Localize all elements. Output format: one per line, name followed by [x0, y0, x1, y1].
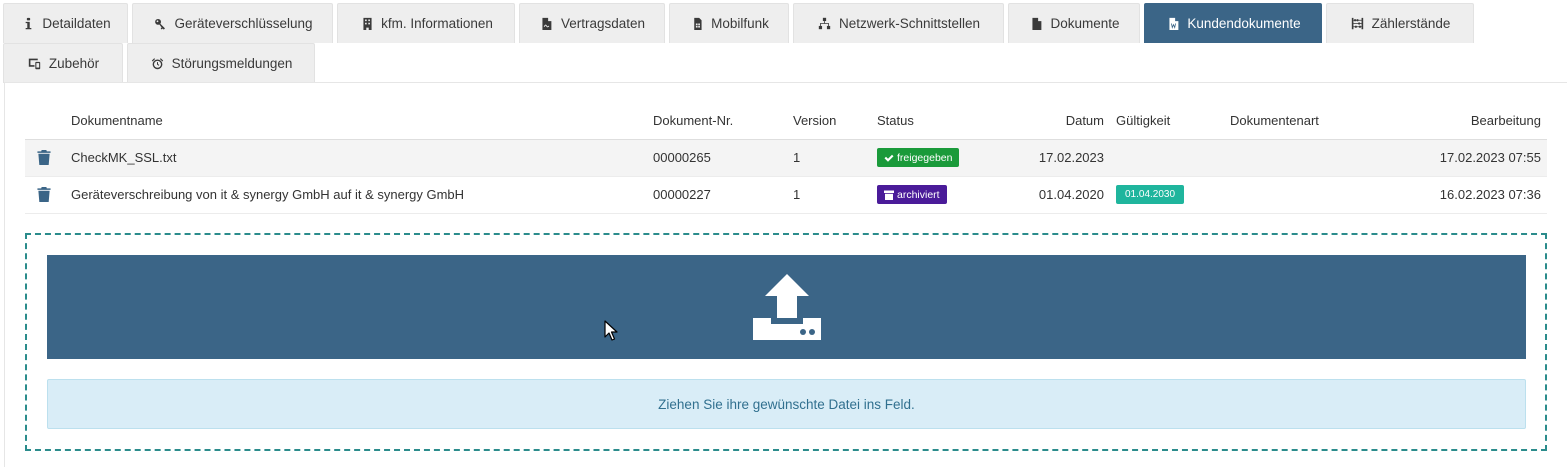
tab-label: Kundendokumente [1187, 16, 1301, 31]
document-validity: 01.04.2030 [1110, 176, 1224, 214]
document-name[interactable]: CheckMK_SSL.txt [65, 139, 647, 177]
document-status: archiviert [871, 176, 1021, 214]
tab-label: Vertragsdaten [560, 16, 646, 31]
tab-zubehoer[interactable]: Zubehör [3, 43, 123, 83]
table-row: Geräteverschreibung von it & synergy Gmb… [25, 176, 1547, 214]
document-edited: 17.02.2023 07:55 [1384, 139, 1547, 177]
status-badge: archiviert [877, 185, 947, 204]
documents-table: Dokumentname Dokument-Nr. Version Status… [25, 103, 1547, 214]
tab-zaehlerstaende[interactable]: Zählerstände [1326, 3, 1474, 43]
tab-dokumente[interactable]: Dokumente [1008, 3, 1140, 43]
tab-vertragsdaten[interactable]: Vertragsdaten [519, 3, 665, 43]
tab-detaildaten[interactable]: Detaildaten [3, 3, 128, 43]
document-number: 00000227 [647, 176, 787, 214]
tab-label: Zubehör [48, 56, 100, 71]
tab-stoerungsmeldungen[interactable]: Störungsmeldungen [127, 43, 315, 83]
file-dropzone[interactable]: Ziehen Sie ihre gewünschte Datei ins Fel… [25, 233, 1547, 451]
trash-icon[interactable] [37, 187, 51, 202]
document-status: freigegeben [871, 139, 1021, 177]
header-version[interactable]: Version [787, 103, 871, 140]
document-type [1224, 139, 1384, 177]
contract-file-icon [539, 17, 555, 31]
validity-badge: 01.04.2030 [1116, 185, 1185, 204]
tab-label: Zählerstände [1371, 16, 1451, 31]
archive-icon [884, 190, 894, 200]
building-icon [359, 17, 375, 31]
tab-bar: Detaildaten Geräteverschlüsselung kfm. I… [3, 3, 1483, 83]
row-actions [25, 176, 65, 214]
document-version: 1 [787, 176, 871, 214]
network-icon [817, 17, 833, 31]
tab-kfm-informationen[interactable]: kfm. Informationen [337, 3, 515, 43]
upload-button[interactable] [47, 255, 1526, 359]
upload-icon [752, 274, 821, 340]
document-date: 17.02.2023 [1021, 139, 1110, 177]
document-date: 01.04.2020 [1021, 176, 1110, 214]
tab-kundendokumente[interactable]: Kundendokumente [1144, 3, 1322, 43]
trash-icon[interactable] [37, 150, 51, 165]
document-version: 1 [787, 139, 871, 177]
header-gueltigkeit[interactable]: Gültigkeit [1110, 103, 1224, 140]
tab-label: Dokumente [1050, 16, 1120, 31]
header-actions [25, 103, 65, 140]
table-header-row: Dokumentname Dokument-Nr. Version Status… [25, 103, 1547, 140]
tab-geraeteverschluesselung[interactable]: Geräteverschlüsselung [132, 3, 333, 43]
key-icon [152, 17, 168, 31]
document-edited: 16.02.2023 07:36 [1384, 176, 1547, 214]
devices-icon [27, 57, 43, 71]
row-actions [25, 139, 65, 177]
tab-label: kfm. Informationen [381, 16, 493, 31]
header-dokumentenart[interactable]: Dokumentenart [1224, 103, 1384, 140]
tab-label: Mobilfunk [711, 16, 769, 31]
tab-mobilfunk[interactable]: Mobilfunk [669, 3, 789, 43]
document-number: 00000265 [647, 139, 787, 177]
file-icon [1028, 17, 1044, 31]
tab-label: Detaildaten [42, 16, 111, 31]
status-badge: freigegeben [877, 148, 960, 167]
tab-label: Störungsmeldungen [171, 56, 293, 71]
tab-label: Geräteverschlüsselung [174, 16, 313, 31]
sim-card-icon [689, 17, 705, 31]
abacus-icon [1350, 17, 1366, 31]
status-badge-label: freigegeben [897, 151, 953, 164]
table-row: CheckMK_SSL.txt 00000265 1 freigegeben 1… [25, 139, 1547, 177]
header-datum[interactable]: Datum [1021, 103, 1110, 140]
status-badge-label: archiviert [897, 188, 940, 201]
header-dokument-nr[interactable]: Dokument-Nr. [647, 103, 787, 140]
alarm-clock-icon [150, 57, 166, 71]
header-dokumentname[interactable]: Dokumentname [65, 103, 647, 140]
header-bearbeitung[interactable]: Bearbeitung [1384, 103, 1547, 140]
check-icon [884, 154, 894, 162]
document-type [1224, 176, 1384, 214]
word-file-icon [1165, 17, 1181, 31]
tab-netzwerk-schnittstellen[interactable]: Netzwerk-Schnittstellen [793, 3, 1004, 43]
tab-label: Netzwerk-Schnittstellen [838, 16, 981, 31]
document-name[interactable]: Geräteverschreibung von it & synergy Gmb… [65, 176, 647, 214]
document-validity [1110, 139, 1224, 177]
tab-content-panel: Dokumentname Dokument-Nr. Version Status… [4, 82, 1567, 467]
dropzone-hint: Ziehen Sie ihre gewünschte Datei ins Fel… [47, 379, 1526, 429]
header-status[interactable]: Status [871, 103, 1021, 140]
info-icon [20, 17, 36, 31]
